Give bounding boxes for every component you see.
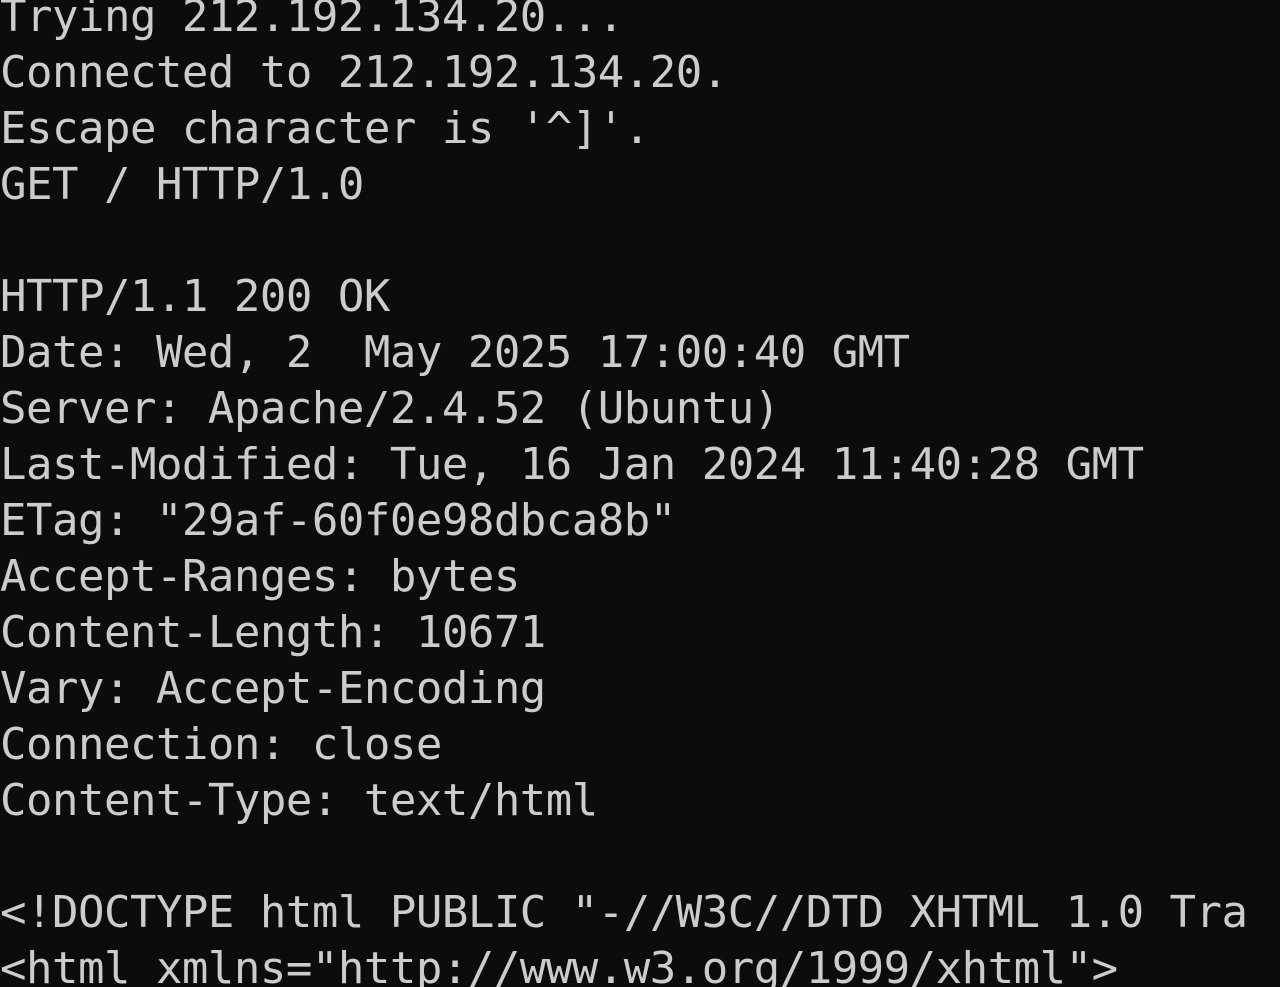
terminal-line: Connected to 212.192.134.20. (0, 47, 728, 98)
http-header-server: Server: Apache/2.4.52 (Ubuntu) (0, 383, 780, 434)
terminal-line: Escape character is '^]'. (0, 103, 650, 154)
http-header-last-modified: Last-Modified: Tue, 16 Jan 2024 11:40:28… (0, 439, 1144, 490)
http-header-content-length: Content-Length: 10671 (0, 607, 546, 658)
terminal-input-line: GET / HTTP/1.0 (0, 159, 364, 210)
html-open-tag-line: <html xmlns="http://www.w3.org/1999/xhtm… (0, 943, 1118, 987)
http-header-date: Date: Wed, 2 May 2025 17:00:40 GMT (0, 327, 910, 378)
http-header-content-type: Content-Type: text/html (0, 775, 598, 826)
html-doctype-line: <!DOCTYPE html PUBLIC "-//W3C//DTD XHTML… (0, 887, 1248, 938)
http-status-line: HTTP/1.1 200 OK (0, 271, 390, 322)
http-header-connection: Connection: close (0, 719, 442, 770)
terminal-output: Trying 212.192.134.20... Connected to 21… (0, 0, 1280, 987)
http-header-vary: Vary: Accept-Encoding (0, 663, 546, 714)
terminal-line: Trying 212.192.134.20... (0, 0, 624, 42)
terminal-window[interactable]: Trying 212.192.134.20... Connected to 21… (0, 0, 1280, 987)
http-header-etag: ETag: "29af-60f0e98dbca8b" (0, 495, 676, 546)
http-header-accept-ranges: Accept-Ranges: bytes (0, 551, 520, 602)
